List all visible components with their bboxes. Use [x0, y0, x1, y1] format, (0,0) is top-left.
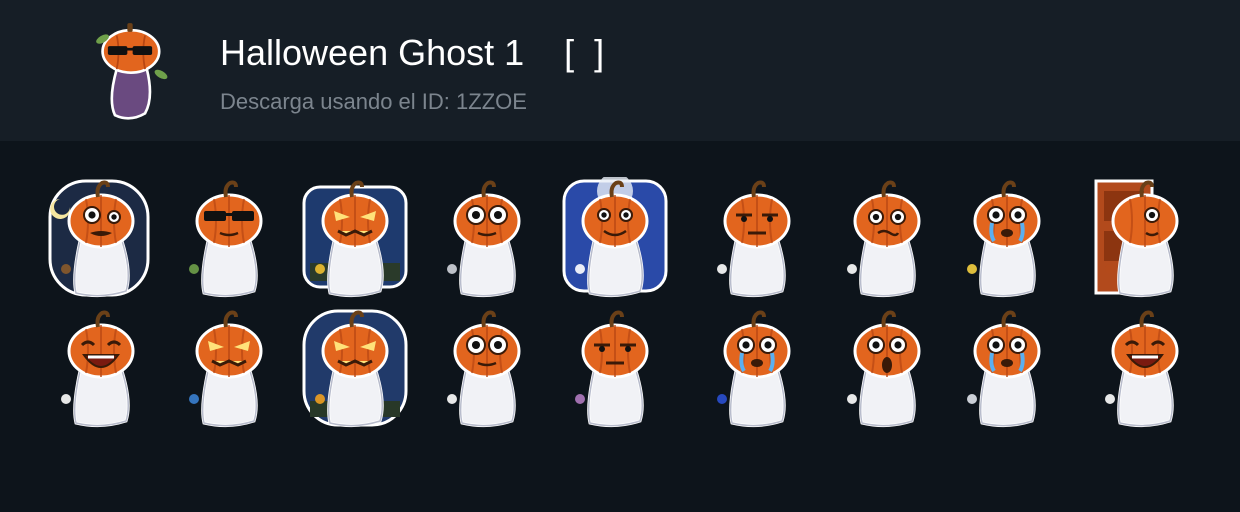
sticker-melting[interactable]: [952, 307, 1062, 429]
pumpkin-ghost-laptop-icon: [189, 310, 263, 428]
pumpkin-ghost-facepalm-icon: [302, 309, 408, 428]
sticker-flying-moon[interactable]: [560, 177, 670, 299]
sticker-unimpressed[interactable]: [702, 177, 812, 299]
sticker-crying-candles[interactable]: [952, 177, 1062, 299]
pumpkin-ghost-flying-icon: [562, 177, 668, 298]
pumpkin-ghost-shaking-icon: [447, 180, 521, 298]
sticker-sunglasses[interactable]: [174, 177, 284, 299]
pumpkin-ghost-thumbs-up-icon: [1105, 310, 1179, 428]
pumpkin-ghost-melting-icon: [967, 310, 1041, 428]
pumpkin-ghost-tears-icon: [717, 310, 791, 428]
pumpkin-ghost-sunglasses-icon: [189, 180, 263, 298]
sticker-tears[interactable]: [702, 307, 812, 429]
pumpkin-ghost-door-icon: [1094, 179, 1179, 298]
pack-download-id: Descarga usando el ID: 1ZZOE: [220, 89, 527, 114]
sticker-smug-steam[interactable]: [560, 307, 670, 429]
pumpkin-ghost-laughing-icon: [61, 310, 135, 428]
pumpkin-ghost-smug-icon: [575, 310, 649, 428]
pumpkin-ghost-unimpressed-icon: [717, 180, 791, 298]
sticker-vibrating[interactable]: [432, 177, 542, 299]
pumpkin-ghost-confused-icon: [847, 180, 921, 298]
pumpkin-ghost-hi-icon: [302, 180, 408, 298]
pack-title: Halloween Ghost 1 [ ]: [220, 32, 605, 73]
sticker-facepalm-night[interactable]: [300, 307, 410, 429]
sticker-door-peek[interactable]: [1090, 177, 1200, 299]
pumpkin-ghost-graveyard-icon: [48, 179, 150, 298]
sticker-shrug[interactable]: [432, 307, 542, 429]
pack-icon: [80, 16, 180, 124]
pack-header: Halloween Ghost 1 [ ] Descarga usando el…: [0, 0, 1240, 141]
sticker-laptop-angry[interactable]: [174, 307, 284, 429]
sticker-confused[interactable]: [832, 177, 942, 299]
sticker-laughing[interactable]: [46, 307, 156, 429]
sticker-grid: [0, 141, 1240, 512]
sticker-shocked[interactable]: [832, 307, 942, 429]
pumpkin-ghost-shocked-icon: [847, 310, 921, 428]
sticker-hi-graveyard[interactable]: [300, 177, 410, 299]
pumpkin-ghost-shrug-icon: [447, 310, 521, 428]
sticker-graveyard-scared[interactable]: [46, 177, 156, 299]
sticker-thumbs-up[interactable]: [1090, 307, 1200, 429]
pumpkin-ghost-candles-icon: [967, 180, 1041, 298]
